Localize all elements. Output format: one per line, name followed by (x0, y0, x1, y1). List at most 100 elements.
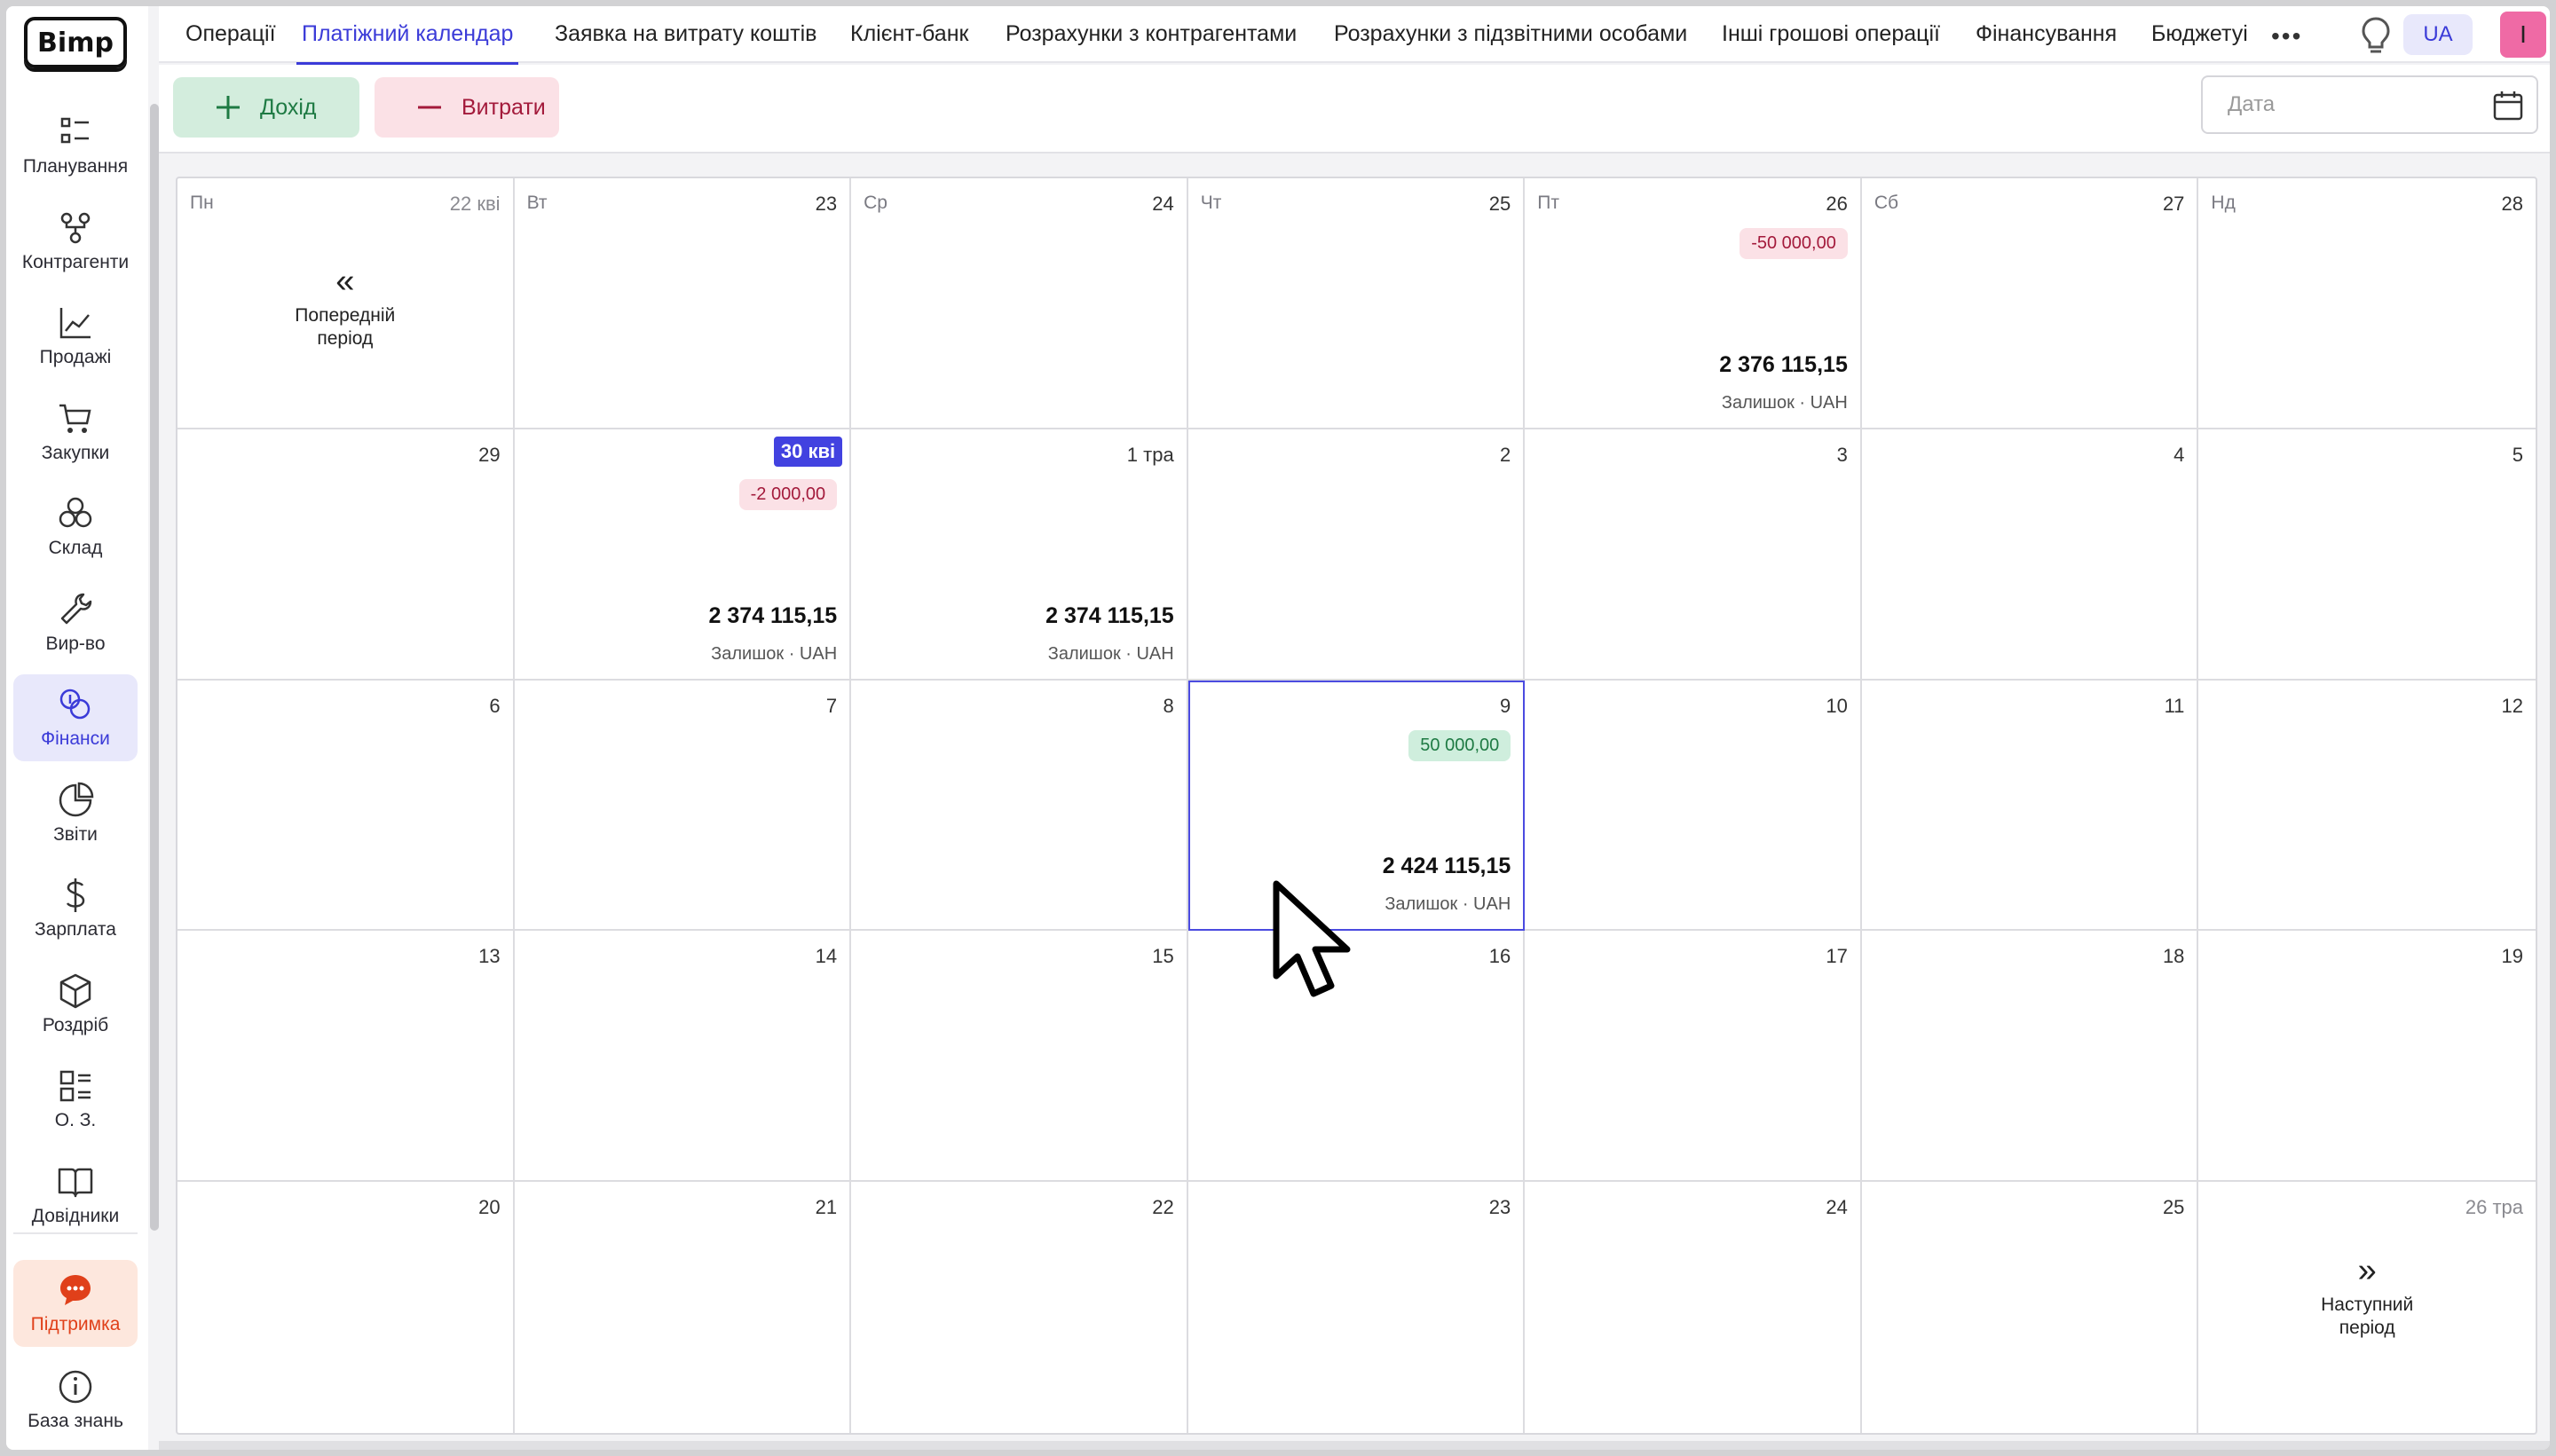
tab-3[interactable]: Заявка на витрату коштів (555, 6, 816, 63)
calendar-day-cell[interactable]: 20 (178, 1182, 515, 1433)
calendar-day-cell[interactable]: 30 кві -2 000,00 2 374 115,15 Залишок · UAH (514, 429, 852, 681)
info-icon (59, 1370, 92, 1404)
action-bar: Дохід Витрати (159, 65, 2550, 153)
sidebar-item-label: Роздріб (42, 1014, 109, 1035)
weekday-label: Пт (1537, 193, 1559, 213)
book-icon (58, 1168, 93, 1197)
sidebar-item-box[interactable]: Роздріб (13, 961, 138, 1048)
sidebar-item-dollar[interactable]: Зарплата (13, 865, 138, 952)
date-picker[interactable] (2201, 75, 2538, 134)
calendar-day-cell[interactable]: Пн 22 кві « Попередній період (178, 178, 515, 429)
day-number: 25 (1488, 193, 1511, 215)
date-input[interactable] (2203, 77, 2478, 132)
more-tabs-button[interactable]: ••• (2271, 22, 2302, 51)
calendar-day-cell[interactable]: Пт 26 -50 000,00 2 376 115,15 Залишок · UAH (1525, 178, 1862, 429)
calendar-day-cell[interactable]: 18 (1861, 931, 2199, 1183)
calendar-day-cell[interactable]: 6 (178, 680, 515, 932)
sidebar-item-label: О. З. (54, 1110, 97, 1130)
calendar-day-cell[interactable]: 22 (851, 1182, 1188, 1433)
calendar-day-cell[interactable]: 5 (2198, 429, 2536, 681)
expense-amount-badge[interactable]: -2 000,00 (738, 478, 838, 510)
language-switch[interactable]: UA (2403, 14, 2473, 55)
balance-currency-label: Залишок · UAH (1721, 392, 1848, 413)
sidebar-item-info[interactable]: База знань (13, 1357, 138, 1444)
calendar-day-cell[interactable]: 4 (1861, 429, 2199, 681)
tab-1[interactable]: Операції (185, 6, 276, 63)
tab-4[interactable]: Клієнт-банк (850, 6, 968, 63)
calendar-day-cell[interactable]: 2 (1187, 429, 1526, 681)
horizontal-scrollbar[interactable] (159, 1441, 2550, 1450)
calendar-day-cell[interactable]: 29 (178, 429, 515, 681)
sidebar-item-assets-list[interactable]: О. З. (13, 1056, 138, 1143)
tab-8[interactable]: Фінансування (1976, 6, 2117, 63)
double-chevron-left-icon: « (335, 263, 355, 300)
calendar-day-cell[interactable]: Ср 24 (851, 178, 1188, 429)
next-period-button[interactable]: » Наступний період (2198, 1253, 2536, 1340)
add-income-button[interactable]: Дохід (173, 77, 359, 138)
calendar-day-cell[interactable]: Чт 25 (1187, 178, 1526, 429)
sidebar-item-finance-coins[interactable]: Фінанси (13, 674, 138, 761)
calendar-day-cell[interactable]: 8 (851, 680, 1188, 932)
sidebar-item-wrench[interactable]: Вир-во (13, 579, 138, 666)
sidebar-item-label: База знань (28, 1411, 123, 1431)
top-navigation: Операції Платіжний календар Заявка на витр… (159, 6, 2550, 65)
calendar-day-cell[interactable]: 1 тра 2 374 115,15 Залишок · UAH (851, 429, 1188, 681)
balance-currency-label: Залишок · UAH (1384, 894, 1511, 915)
brand-logo[interactable]: Bimp (24, 17, 127, 68)
calendar-icon[interactable] (2492, 90, 2524, 122)
calendar-day-cell[interactable]: 25 (1862, 1182, 2199, 1433)
sidebar-scrollbar[interactable] (150, 104, 159, 1231)
finance-coins-icon (59, 689, 91, 720)
sidebar-item-warehouse[interactable]: Склад (13, 484, 138, 571)
calendar-day-cell[interactable]: 17 (1525, 931, 1862, 1183)
sidebar-item-pie-chart[interactable]: Звіти (13, 770, 138, 857)
sidebar: Bimp Планування Контрагенти Продажі Закупки… (6, 6, 148, 1450)
day-number: 9 (1500, 694, 1511, 717)
day-number: 22 кві (449, 193, 501, 215)
sidebar-item-book[interactable]: Довідники (13, 1152, 138, 1239)
calendar-day-cell[interactable]: 12 (2198, 681, 2536, 932)
calendar-day-cell[interactable]: Сб 27 (1861, 178, 2199, 429)
day-number: 27 (2162, 193, 2185, 215)
day-number: 18 (2162, 945, 2185, 968)
previous-period-button[interactable]: « Попередній період (178, 264, 513, 350)
day-number: 23 (1488, 1196, 1511, 1219)
sidebar-item-planning[interactable]: Планування (13, 102, 138, 189)
tab-6[interactable]: Розрахунки з підзвітними особами (1334, 6, 1687, 63)
sidebar-item-chat[interactable]: Підтримка (13, 1260, 138, 1347)
pie-chart-icon (59, 782, 94, 816)
sidebar-item-sales-chart[interactable]: Продажі (13, 293, 138, 380)
tab-5[interactable]: Розрахунки з контрагентами (1006, 6, 1297, 63)
sidebar-item-label: Підтримка (30, 1314, 121, 1334)
sidebar-item-contractors[interactable]: Контрагенти (13, 198, 138, 285)
calendar-day-cell[interactable]: 24 (1525, 1182, 1862, 1433)
calendar-day-cell[interactable]: 23 (1188, 1182, 1526, 1433)
calendar-day-cell[interactable]: 26 тра » Наступний період (2198, 1182, 2536, 1433)
day-number: 10 (1826, 694, 1848, 717)
calendar-day-cell[interactable]: 11 (1861, 680, 2199, 932)
payment-calendar: Пн 22 кві «Попередній період Вт 23 Ср 24 Чт 25 Пт… (176, 177, 2537, 1435)
calendar-day-cell[interactable]: 10 (1525, 680, 1862, 932)
weekday-label: Вт (526, 193, 548, 213)
planning-icon (60, 117, 89, 144)
income-amount-badge[interactable]: 50 000,00 (1408, 729, 1511, 761)
calendar-day-cell[interactable]: 14 (514, 931, 852, 1183)
calendar-day-cell[interactable]: Нд 28 (2198, 178, 2536, 429)
lightbulb-icon[interactable] (2358, 15, 2394, 56)
tab-7[interactable]: Інші грошові операції (1722, 6, 1940, 63)
day-balance: 2 374 115,15 (1045, 602, 1174, 628)
calendar-day-cell[interactable]: 3 (1525, 429, 1862, 681)
sidebar-item-cart[interactable]: Закупки (13, 389, 138, 476)
expense-amount-badge[interactable]: -50 000,00 (1740, 228, 1848, 259)
tab-9[interactable]: Бюджетуі (2151, 6, 2248, 63)
calendar-day-cell[interactable]: 19 (2198, 931, 2536, 1183)
calendar-day-cell[interactable]: Вт 23 (514, 178, 852, 429)
calendar-day-cell[interactable]: 15 (851, 931, 1188, 1183)
tab-2[interactable]: Платіжний календар (296, 6, 519, 65)
calendar-day-cell[interactable]: 21 (515, 1182, 852, 1433)
calendar-day-cell[interactable]: 13 (178, 931, 515, 1183)
sidebar-item-label: Вир-во (45, 633, 106, 654)
calendar-day-cell[interactable]: 7 (514, 680, 852, 932)
add-expense-button[interactable]: Витрати (375, 77, 559, 138)
user-avatar[interactable]: I (2500, 12, 2546, 58)
